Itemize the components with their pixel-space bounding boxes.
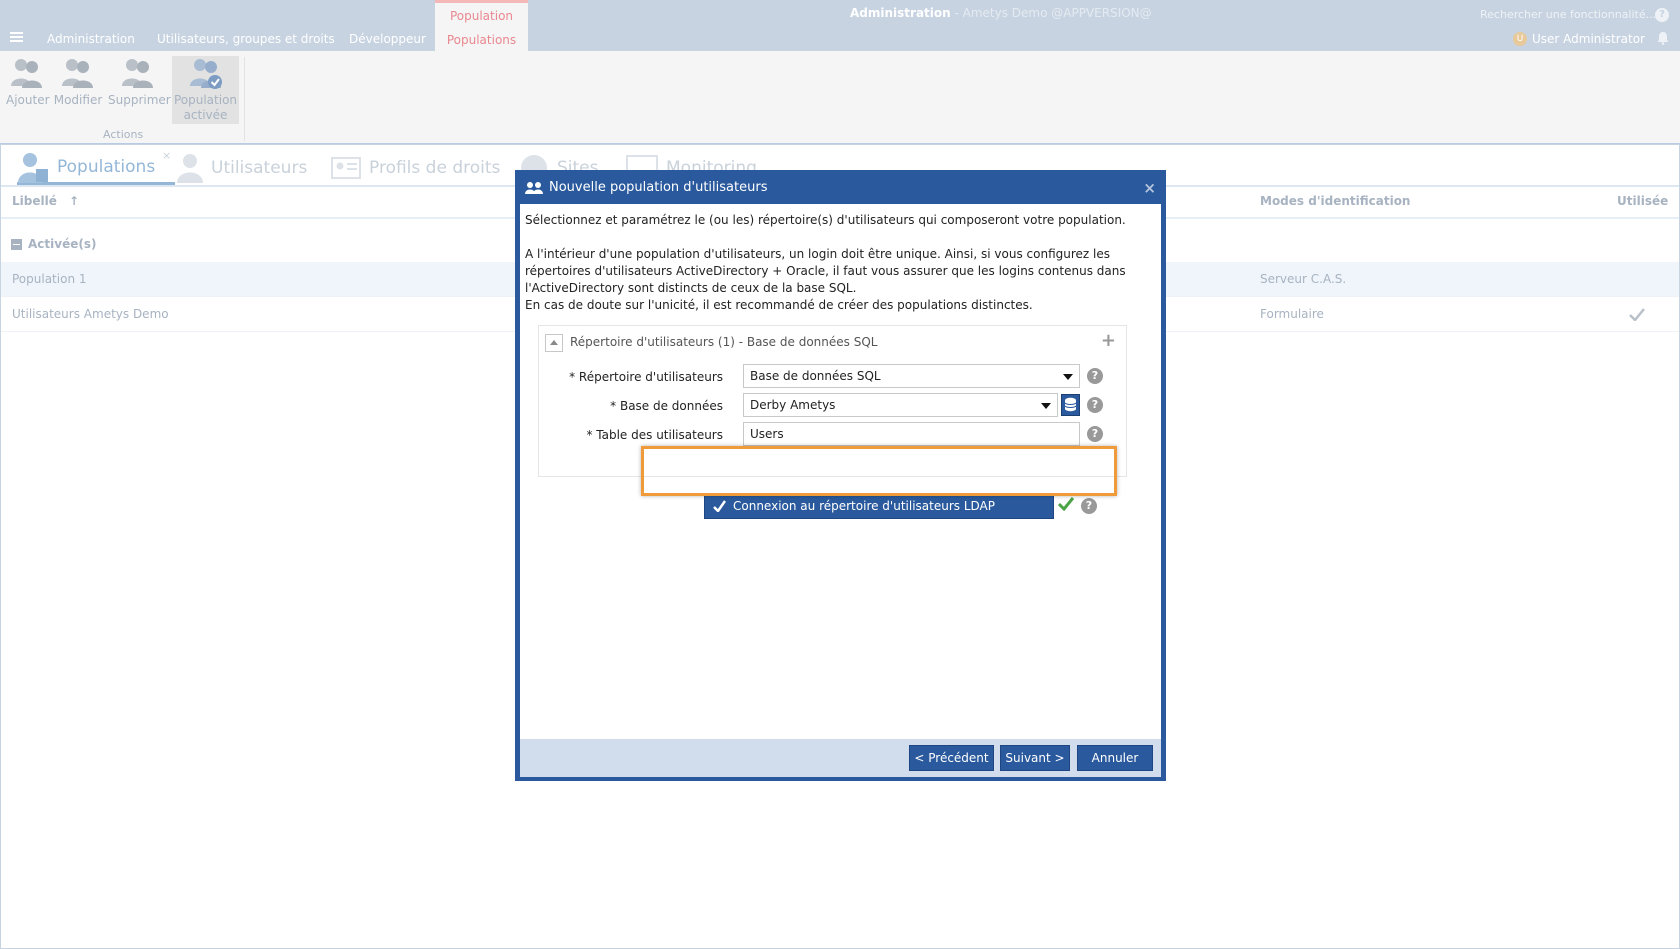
field-label-users-table: * Table des utilisateurs [586, 428, 723, 442]
row-auth-mode: Serveur C.A.S. [1260, 272, 1347, 286]
users-table-input[interactable]: Users [743, 422, 1080, 446]
user-icon [177, 154, 203, 183]
feature-search-input[interactable]: Rechercher une fonctionnalité... [1480, 8, 1656, 21]
database-settings-button[interactable] [1061, 394, 1080, 416]
tab-populations[interactable]: Populations × [17, 149, 176, 185]
sort-asc-icon: ↑ [69, 194, 80, 208]
help-icon[interactable]: ? [1087, 397, 1103, 413]
highlight-frame [641, 446, 1117, 496]
context-tab-populations[interactable]: Population Populations [435, 0, 528, 51]
menu-developer[interactable]: Développeur [349, 32, 426, 46]
column-header-label[interactable]: Libellé ↑ [12, 194, 79, 208]
app-title-sub: - Ametys Demo @APPVERSION@ [950, 6, 1152, 20]
intro-paragraph-3: En cas de doute sur l'unicité, il est re… [525, 298, 1033, 312]
users-table-value: Users [750, 427, 784, 441]
intro-paragraph-1: Sélectionnez et paramétrez le (ou les) r… [525, 213, 1126, 227]
row-label: Population 1 [12, 272, 87, 286]
field-label-directory: * Répertoire d'utilisateurs [569, 370, 723, 384]
add-button-label: Ajouter [6, 93, 50, 107]
tab-rights-profiles-label: Profils de droits [369, 158, 501, 178]
column-header-used[interactable]: Utilisée [1617, 194, 1668, 208]
top-bar: Administration Utilisateurs, groupes et … [0, 0, 1680, 51]
directory-type-select[interactable]: Base de données SQL [743, 364, 1080, 388]
id-card-icon [331, 157, 361, 179]
help-icon[interactable]: ? [1655, 8, 1669, 22]
user-name: User Administrator [1532, 32, 1645, 46]
connection-check-icon [713, 500, 726, 512]
tab-rights-profiles[interactable]: Profils de droits [331, 151, 500, 185]
bell-icon[interactable] [1656, 31, 1670, 45]
dialog-intro: Sélectionnez et paramétrez le (ou les) r… [525, 212, 1155, 314]
ribbon-group-label: Actions [103, 128, 144, 141]
collapse-fieldset-icon[interactable] [545, 334, 563, 352]
column-label-text: Libellé [12, 194, 57, 208]
chevron-down-icon[interactable] [1063, 374, 1073, 380]
delete-population-button[interactable]: Supprimer [108, 56, 171, 108]
dialog-footer: < Précédent Suivant > Annuler [520, 739, 1161, 777]
next-button[interactable]: Suivant > [1000, 745, 1070, 771]
fieldset-title: Répertoire d'utilisateurs (1) - Base de … [570, 335, 878, 349]
context-tab-label[interactable]: Populations [435, 33, 528, 47]
help-icon[interactable]: ? [1081, 498, 1097, 514]
dialog-header[interactable]: Nouvelle population d'utilisateurs × [516, 171, 1165, 204]
ldap-button-label: Connexion au répertoire d'utilisateurs L… [733, 499, 995, 513]
dialog-title: Nouvelle population d'utilisateurs [549, 180, 768, 195]
avatar: U [1513, 32, 1527, 46]
close-icon[interactable]: × [1143, 179, 1156, 197]
hamburger-menu-icon[interactable] [10, 32, 23, 42]
users-enabled-icon [189, 59, 222, 89]
help-icon[interactable]: ? [1087, 368, 1103, 384]
users-group-icon [525, 181, 543, 194]
intro-paragraph-2: A l'intérieur d'une population d'utilisa… [525, 247, 1126, 295]
app-title-main: Administration [850, 6, 951, 20]
field-label-database: * Base de données [610, 399, 723, 413]
ldap-connection-button[interactable]: Connexion au répertoire d'utilisateurs L… [704, 493, 1054, 519]
users-edit-icon [62, 59, 93, 88]
group-row-label: Activée(s) [28, 237, 97, 251]
chevron-down-icon[interactable] [1041, 403, 1051, 409]
collapse-icon[interactable] [11, 238, 22, 250]
app-title: Administration - Ametys Demo @APPVERSION… [850, 6, 1152, 20]
directory-type-value: Base de données SQL [750, 369, 881, 383]
previous-button[interactable]: < Précédent [909, 745, 994, 771]
tab-close-icon[interactable]: × [162, 149, 171, 162]
menu-administration[interactable]: Administration [47, 32, 135, 46]
help-icon[interactable]: ? [1087, 426, 1103, 442]
cancel-button[interactable]: Annuler [1077, 745, 1153, 771]
edit-button-label: Modifier [53, 93, 103, 107]
edit-population-button[interactable]: Modifier [53, 56, 103, 108]
column-header-auth-modes[interactable]: Modes d'identification [1260, 194, 1410, 208]
users-delete-icon [122, 59, 153, 88]
tab-populations-label: Populations [57, 156, 156, 177]
context-tab-group-label: Population [449, 9, 514, 23]
population-enabled-button[interactable]: Population activée [172, 56, 239, 124]
tab-users[interactable]: Utilisateurs [177, 151, 307, 185]
used-check-icon [1629, 308, 1645, 321]
database-select[interactable]: Derby Ametys [743, 393, 1058, 417]
add-population-button[interactable]: Ajouter [6, 56, 50, 108]
group-row-enabled[interactable]: Activée(s) [11, 237, 96, 251]
database-icon [1064, 397, 1077, 412]
add-directory-icon[interactable]: + [1101, 330, 1116, 351]
delete-button-label: Supprimer [108, 93, 171, 107]
ribbon-group-separator [244, 57, 245, 141]
row-label: Utilisateurs Ametys Demo [12, 307, 169, 321]
menu-users-groups-rights[interactable]: Utilisateurs, groupes et droits [157, 32, 335, 46]
users-add-icon [11, 59, 42, 88]
user-menu[interactable]: U User Administrator [1513, 32, 1645, 46]
row-auth-mode: Formulaire [1260, 307, 1324, 321]
populations-icon [18, 152, 48, 183]
ribbon-toolbar: Ajouter Modifier Supprimer Population ac… [0, 51, 1680, 144]
tab-users-label: Utilisateurs [211, 158, 308, 178]
success-check-icon [1058, 497, 1074, 511]
enabled-button-label: Population activée [173, 93, 238, 122]
database-value: Derby Ametys [750, 398, 836, 412]
